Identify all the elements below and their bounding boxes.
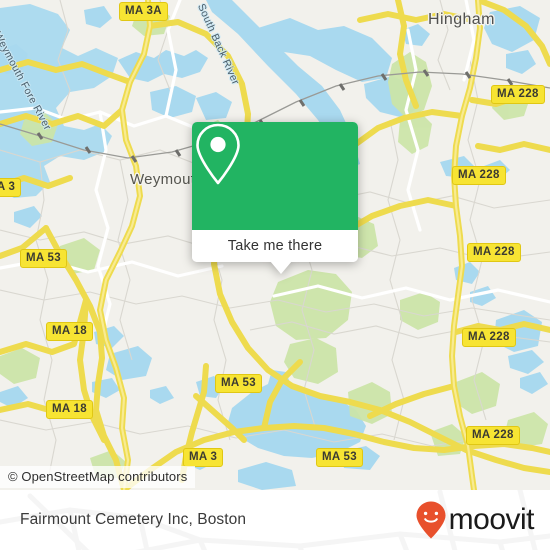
map-attribution[interactable]: © OpenStreetMap contributors [0,466,196,488]
road-shield-ma-3a: MA 3A [119,2,168,21]
road-shield-ma-228: MA 228 [466,426,520,445]
map-pin-icon [196,123,240,185]
road-shield-ma-53: MA 53 [316,448,363,467]
road-shield-ma-53: MA 53 [20,249,67,268]
popup-pointer [270,261,292,274]
location-popup[interactable]: Take me there [192,122,358,274]
footer-bar: Fairmount Cemetery Inc, Boston moovit [0,490,550,550]
road-shield-ma-228: MA 228 [462,328,516,347]
place-title: Fairmount Cemetery Inc, Boston [20,490,246,550]
road-shield-ma-228: MA 228 [491,85,545,104]
attribution-text: © OpenStreetMap contributors [8,469,188,484]
map-canvas[interactable]: Hingham Weymouth Weymouth Fore River Sou… [0,0,550,490]
road-shield-ma-53: MA 53 [215,374,262,393]
road-shield-ma-18: MA 18 [46,400,93,419]
popup-header [192,122,358,230]
road-shield-ma-228: MA 228 [452,166,506,185]
popup-card: Take me there [192,122,358,262]
moovit-wordmark: moovit [448,503,535,536]
road-shield-ma-3: MA 3 [0,178,22,197]
road-shield-ma-3: MA 3 [183,448,224,467]
take-me-there-button[interactable]: Take me there [192,230,358,262]
moovit-pin-icon [416,501,446,539]
take-me-there-label: Take me there [227,238,323,254]
map-screenshot: Hingham Weymouth Weymouth Fore River Sou… [0,0,550,550]
moovit-logo[interactable]: moovit [415,490,535,550]
road-shield-ma-228: MA 228 [467,243,521,262]
road-shield-ma-18: MA 18 [46,322,93,341]
place-title-text: Fairmount Cemetery Inc, Boston [20,511,247,528]
